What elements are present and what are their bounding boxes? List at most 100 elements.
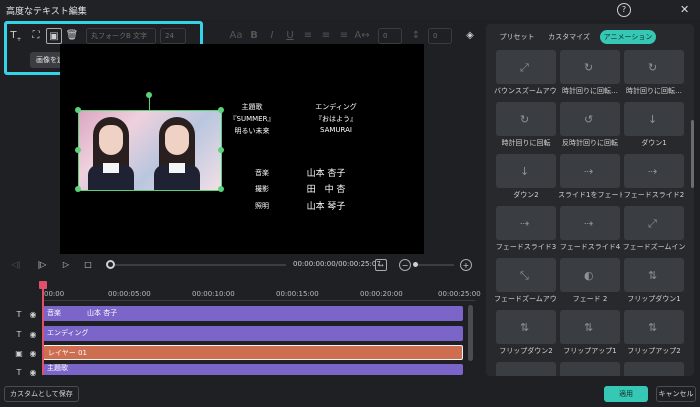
animation-preview-icon: ◐ <box>584 269 594 282</box>
zoom-slider[interactable] <box>414 264 454 266</box>
stop-icon[interactable]: □ <box>82 259 94 271</box>
resize-handle[interactable] <box>218 186 224 192</box>
animation-label: 時計回りに回転 <box>501 139 551 147</box>
animation-thumb[interactable]: ⇢ <box>624 154 684 188</box>
credit-role: 音楽 <box>255 169 269 177</box>
scrub-handle[interactable] <box>106 260 115 269</box>
animation-label: フリップダウン2 <box>499 347 553 355</box>
animation-preview-icon: ↻ <box>520 113 530 126</box>
animation-thumb[interactable]: ⇢ <box>560 154 620 188</box>
tab-customize[interactable]: カスタマイズ <box>544 30 594 44</box>
credit-text: SAMURAI <box>320 126 352 134</box>
tab-animation[interactable]: アニメーション <box>600 30 656 44</box>
animation-preview-icon: ⇅ <box>648 321 658 334</box>
animation-thumb[interactable]: ⤡ <box>496 258 556 292</box>
clip-text[interactable]: 主題歌 <box>43 364 463 375</box>
animation-thumb[interactable]: ⇅ <box>496 310 556 344</box>
animation-thumb[interactable]: ⤢ <box>496 50 556 84</box>
save-as-custom-button[interactable]: カスタムとして保存 <box>4 386 79 402</box>
animation-thumb[interactable]: ⤢ <box>624 206 684 240</box>
resize-handle[interactable] <box>75 107 81 113</box>
zoom-in-icon[interactable]: + <box>460 259 472 271</box>
animation-label: バウンスズームアウト1 <box>494 87 558 95</box>
rotate-handle[interactable] <box>146 92 152 98</box>
align-left-icon[interactable]: ≡ <box>300 28 316 44</box>
animation-label: フェード 2 <box>572 295 608 303</box>
animation-thumb[interactable]: ↻ <box>624 50 684 84</box>
animation-label: ダウン2 <box>513 191 539 199</box>
eye-icon[interactable]: ◉ <box>28 368 38 377</box>
resize-handle[interactable] <box>218 107 224 113</box>
animation-preview-icon: ↺ <box>584 113 594 126</box>
line-spacing-icon[interactable]: ↕ <box>408 28 424 44</box>
animation-preview-icon: ⤢ <box>648 217 657 230</box>
ruler-label: 00:00:15:00 <box>276 290 319 298</box>
fit-icon[interactable]: ↔ <box>375 259 387 271</box>
letter-spacing-input[interactable]: 0 <box>378 28 402 44</box>
playhead[interactable] <box>42 283 44 375</box>
credit-text: 『おはよう』 <box>315 115 357 123</box>
underline-icon[interactable]: U <box>282 28 298 44</box>
window-title: 高度なテキスト編集 <box>6 7 87 17</box>
animation-thumb[interactable]: ↺ <box>560 102 620 136</box>
apply-button[interactable]: 適用 <box>604 386 648 402</box>
panel-scrollbar[interactable] <box>691 120 694 188</box>
line-spacing-input[interactable]: 0 <box>428 28 452 44</box>
animation-preview-icon: ⤢ <box>520 61 529 74</box>
animation-preview-icon: ⇢ <box>584 217 594 230</box>
animation-thumb[interactable]: ⇅ <box>624 310 684 344</box>
align-center-icon[interactable]: ≡ <box>318 28 334 44</box>
eye-icon[interactable]: ◉ <box>28 349 38 358</box>
playback-bar: ◁| |▷ ▷ □ 00:00:00:00/00:00:25:07 ↔ − + <box>0 255 483 275</box>
prev-frame-icon[interactable]: ◁| <box>10 259 22 271</box>
credit-role: 照明 <box>255 202 269 210</box>
eye-icon[interactable]: ◉ <box>28 310 38 319</box>
timeline-scrollbar[interactable] <box>468 305 473 361</box>
animation-thumb[interactable]: ⇅ <box>560 310 620 344</box>
eye-icon[interactable]: ◉ <box>28 330 38 339</box>
animation-thumb[interactable]: ⇢ <box>560 206 620 240</box>
animation-label: フェードスライド4 <box>559 243 621 251</box>
zoom-out-icon[interactable]: − <box>399 259 411 271</box>
animation-thumb[interactable] <box>496 362 556 376</box>
italic-icon[interactable]: I <box>264 28 280 44</box>
animation-thumb[interactable]: ◐ <box>560 258 620 292</box>
animation-thumb[interactable]: ⇢ <box>496 206 556 240</box>
close-icon[interactable]: ✕ <box>680 3 689 16</box>
help-icon[interactable]: ? <box>617 3 631 17</box>
resize-handle[interactable] <box>218 147 224 153</box>
scrub-track[interactable] <box>110 264 286 266</box>
letter-spacing-icon[interactable]: A↔ <box>354 28 370 44</box>
animation-preview-icon: ⇅ <box>520 321 530 334</box>
animation-label: フリップアップ1 <box>563 347 617 355</box>
animation-preview-icon: ⇢ <box>520 217 530 230</box>
animation-preview-icon: ⤡ <box>520 269 529 282</box>
animation-thumb[interactable]: ↻ <box>496 102 556 136</box>
layers-icon[interactable]: ◈ <box>462 28 478 44</box>
animation-label: フェードスライド3 <box>495 243 557 251</box>
title-bar <box>0 0 700 20</box>
play-icon[interactable]: ▷ <box>60 259 72 271</box>
text-case-icon[interactable]: Aa <box>228 28 244 44</box>
bold-icon[interactable]: B <box>246 28 262 44</box>
animation-thumb[interactable]: ⇅ <box>624 258 684 292</box>
ruler-label: 00:00:10:00 <box>192 290 235 298</box>
credit-text: 『SUMMER』 <box>229 115 275 123</box>
ruler-label: 00:00 <box>44 290 65 298</box>
clip-text[interactable]: 音楽 山本 杏子 <box>43 306 463 321</box>
credit-text: 主題歌 <box>241 103 263 111</box>
animation-thumb[interactable]: ↓ <box>496 154 556 188</box>
align-right-icon[interactable]: ≡ <box>336 28 352 44</box>
step-back-icon[interactable]: |▷ <box>36 259 48 271</box>
animation-thumb[interactable]: ↻ <box>560 50 620 84</box>
animation-thumb[interactable]: ↓ <box>624 102 684 136</box>
clip-text[interactable]: エンディング <box>43 326 463 341</box>
tab-preset[interactable]: プリセット <box>494 30 540 44</box>
zoom-slider-handle[interactable] <box>413 262 418 267</box>
selection-box[interactable] <box>75 107 224 192</box>
clip-image-layer[interactable]: レイヤー 01 <box>43 345 463 360</box>
resize-handle[interactable] <box>75 186 81 192</box>
playhead-handle[interactable] <box>39 281 47 289</box>
resize-handle[interactable] <box>75 147 81 153</box>
cancel-button[interactable]: キャンセル <box>656 386 696 402</box>
